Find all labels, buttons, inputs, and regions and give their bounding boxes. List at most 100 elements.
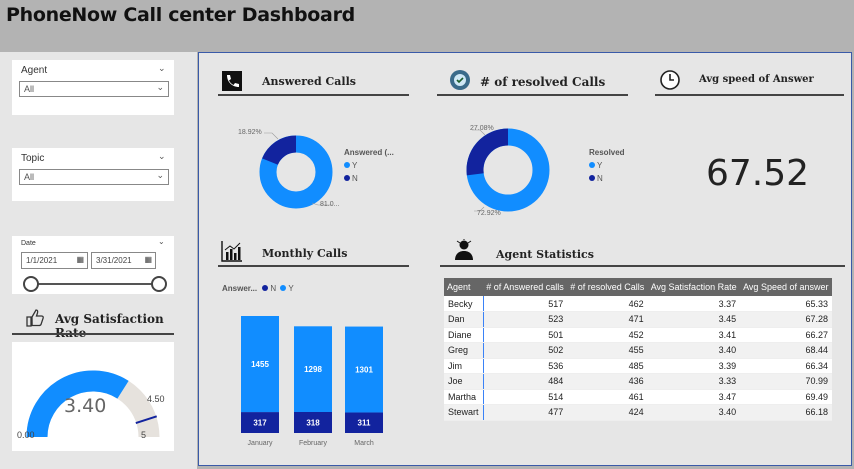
legend-item-y[interactable]: Y xyxy=(589,161,625,170)
column-header-satisfaction[interactable]: Avg Satisfaction Rate xyxy=(647,278,741,296)
table-row[interactable]: Diane 501 452 3.41 66.27 xyxy=(444,327,832,343)
cell-resolved: 455 xyxy=(567,342,648,359)
cell-satisfaction: 3.40 xyxy=(647,342,741,359)
table-row[interactable]: Martha 514 461 3.47 69.49 xyxy=(444,389,832,405)
cell-satisfaction: 3.45 xyxy=(647,311,741,328)
chevron-down-icon: ⌄ xyxy=(156,82,164,92)
cell-answered: 484 xyxy=(483,373,568,390)
legend-item-n[interactable]: N xyxy=(589,174,625,183)
satisfaction-gauge-card: 3.40 0.00 5 4.50 xyxy=(12,342,174,451)
date-slider-end-handle[interactable] xyxy=(151,276,167,292)
monthly-calls-title: Monthly Calls xyxy=(262,247,348,260)
answered-calls-underline xyxy=(218,94,409,96)
cell-satisfaction: 3.33 xyxy=(647,373,741,390)
legend-item-n[interactable]: N xyxy=(259,284,276,293)
monthly-legend: Answer... N Y xyxy=(222,284,294,293)
gauge-max: 5 xyxy=(141,430,147,440)
avg-speed-title: Avg speed of Answer xyxy=(699,74,814,85)
column-header-answered[interactable]: # of Answered calls xyxy=(483,278,568,296)
date-slider-start-handle[interactable] xyxy=(23,276,39,292)
cell-resolved: 424 xyxy=(567,404,648,421)
table-row[interactable]: Joe 484 436 3.33 70.99 xyxy=(444,373,832,390)
chevron-down-icon[interactable]: ⌄ xyxy=(158,151,166,162)
agent-dropdown[interactable]: All ⌄ xyxy=(19,81,169,97)
leader-line xyxy=(264,132,279,140)
cell-satisfaction: 3.40 xyxy=(647,404,741,421)
dashboard-title: PhoneNow Call center Dashboard xyxy=(6,4,355,26)
cell-speed: 65.33 xyxy=(740,296,832,312)
agent-icon xyxy=(455,239,473,260)
resolved-legend: Resolved Y N xyxy=(589,148,625,183)
table-row[interactable]: Stewart 477 424 3.40 66.18 xyxy=(444,404,832,421)
cell-speed: 68.44 xyxy=(740,342,832,359)
bar-value-label: 317 xyxy=(253,419,267,428)
main-panel: Answered Calls 18.92% 81.0... Answered (… xyxy=(198,52,852,466)
topic-dropdown[interactable]: All ⌄ xyxy=(19,169,169,185)
topic-slicer-label: Topic xyxy=(21,153,45,164)
x-tick-label: March xyxy=(354,440,374,447)
chevron-down-icon[interactable]: ⌄ xyxy=(158,63,166,74)
cell-resolved: 485 xyxy=(567,358,648,374)
cell-answered: 514 xyxy=(483,389,568,405)
bar-value-label: 1298 xyxy=(304,365,322,374)
gauge-value: 3.40 xyxy=(64,395,107,417)
date-end-value: 3/31/2021 xyxy=(96,256,132,265)
calendar-icon: ▦ xyxy=(144,255,152,264)
cell-resolved: 452 xyxy=(567,327,648,343)
agent-slicer-label: Agent xyxy=(21,65,48,76)
bar-value-label: 318 xyxy=(306,419,320,428)
cell-agent: Jim xyxy=(444,358,484,374)
legend-title: Answer... xyxy=(222,284,258,293)
table-row[interactable]: Jim 536 485 3.39 66.34 xyxy=(444,358,832,374)
phone-icon xyxy=(222,71,242,91)
agent-slicer: Agent ⌄ All ⌄ xyxy=(12,60,174,115)
column-header-speed[interactable]: Avg Speed of answer xyxy=(740,278,832,296)
filter-panel: Agent ⌄ All ⌄ Topic ⌄ All ⌄ Date ⌄ 1/1/2… xyxy=(0,52,197,469)
cell-answered: 502 xyxy=(483,342,568,359)
resolved-n-pct-label: 27.08% xyxy=(470,125,494,132)
satisfaction-underline xyxy=(12,333,174,335)
x-tick-label: January xyxy=(248,440,273,447)
legend-item-y[interactable]: Y xyxy=(278,284,294,293)
table-row[interactable]: Dan 523 471 3.45 67.28 xyxy=(444,311,832,328)
table-row[interactable]: Becky 517 462 3.37 65.33 xyxy=(444,296,832,312)
cell-satisfaction: 3.39 xyxy=(647,358,741,374)
satisfaction-header: Avg Satisfaction Rate xyxy=(12,306,174,340)
thumbs-up-icon xyxy=(26,309,44,327)
cell-satisfaction: 3.37 xyxy=(647,296,741,312)
date-end-input[interactable]: 3/31/2021 ▦ xyxy=(91,252,156,269)
answered-n-pct-label: 18.92% xyxy=(238,129,262,136)
agent-dropdown-value: All xyxy=(24,84,35,94)
cell-agent: Dan xyxy=(444,311,484,328)
chevron-down-icon[interactable]: ⌄ xyxy=(158,237,165,246)
legend-item-n[interactable]: N xyxy=(344,174,394,183)
cell-resolved: 461 xyxy=(567,389,648,405)
donut-slice-n xyxy=(262,135,297,166)
table-row[interactable]: Greg 502 455 3.40 68.44 xyxy=(444,342,832,359)
answered-calls-title: Answered Calls xyxy=(262,75,356,88)
resolved-badge-icon xyxy=(450,70,470,90)
cell-answered: 477 xyxy=(483,404,568,421)
date-start-input[interactable]: 1/1/2021 ▦ xyxy=(21,252,88,269)
clock-icon xyxy=(660,70,680,90)
avg-speed-underline xyxy=(655,94,844,96)
cell-speed: 66.18 xyxy=(740,404,832,421)
cell-answered: 536 xyxy=(483,358,568,374)
resolved-y-pct-label: 72.92% xyxy=(477,210,501,217)
agent-stats-title: Agent Statistics xyxy=(496,248,594,261)
cell-answered: 517 xyxy=(483,296,568,312)
topic-slicer: Topic ⌄ All ⌄ xyxy=(12,148,174,201)
cell-agent: Greg xyxy=(444,342,484,359)
legend-item-y[interactable]: Y xyxy=(344,161,394,170)
avg-speed-value: 67.52 xyxy=(706,153,810,194)
resolved-calls-title: # of resolved Calls xyxy=(480,75,606,89)
cell-resolved: 462 xyxy=(567,296,648,312)
column-header-resolved[interactable]: # of resolved Calls xyxy=(567,278,648,296)
cell-speed: 70.99 xyxy=(740,373,832,390)
agent-stats-underline xyxy=(440,265,845,267)
column-header-agent[interactable]: Agent xyxy=(444,278,484,296)
monthly-calls-underline xyxy=(218,265,409,267)
date-start-value: 1/1/2021 xyxy=(26,256,58,265)
legend-title: Resolved xyxy=(589,148,625,157)
gauge-min: 0.00 xyxy=(17,430,35,440)
